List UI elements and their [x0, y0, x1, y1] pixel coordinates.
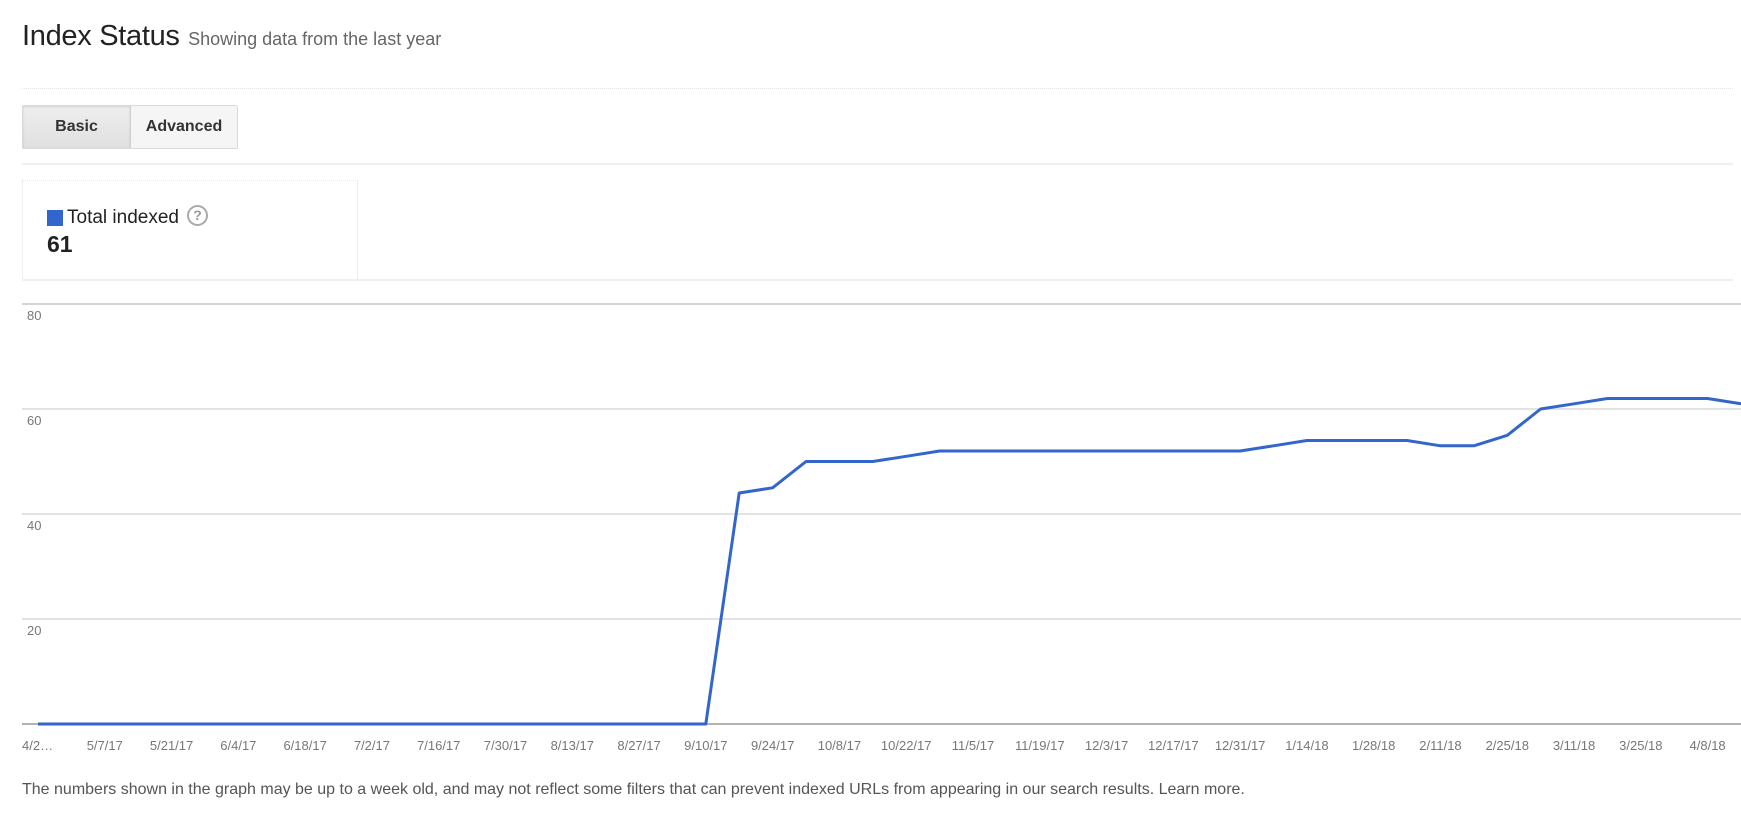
y-tick-label: 20	[27, 623, 41, 638]
view-mode-toggle: Basic Advanced	[22, 105, 238, 149]
x-tick-label: 2/25/18	[1486, 738, 1529, 753]
x-tick-label: 2/11/18	[1419, 738, 1461, 753]
page-title: Index Status	[22, 20, 180, 52]
x-tick-label: 10/22/17	[881, 738, 932, 753]
x-tick-label: 7/16/17	[417, 738, 460, 753]
x-tick-label: 9/10/17	[684, 738, 727, 753]
x-tick-label: 11/5/17	[952, 738, 994, 753]
x-tick-label: 6/4/17	[220, 738, 256, 753]
x-tick-label: 9/24/17	[751, 738, 794, 753]
x-tick-label: 3/25/18	[1619, 738, 1662, 753]
x-tick-label: 8/27/17	[617, 738, 660, 753]
question-circle-icon[interactable]: ?	[186, 204, 208, 226]
y-tick-label: 40	[27, 518, 41, 533]
x-tick-label: 3/11/18	[1553, 738, 1595, 753]
series-line-total-indexed	[38, 397, 1741, 726]
y-tick-label: 60	[27, 413, 41, 428]
tab-advanced[interactable]: Advanced	[131, 106, 237, 148]
page-header: Index Status Showing data from the last …	[22, 20, 441, 53]
y-tick-label: 80	[27, 308, 41, 323]
x-tick-label: 10/8/17	[818, 738, 861, 753]
footnote-text: The numbers shown in the graph may be up…	[22, 781, 1159, 798]
x-tick-label: 5/21/17	[150, 738, 193, 753]
series-color-swatch	[47, 210, 63, 226]
x-tick-label: 8/13/17	[551, 738, 594, 753]
header-divider	[22, 88, 1733, 89]
x-tick-label: 4/8/18	[1690, 738, 1726, 753]
x-tick-label: 11/19/17	[1015, 738, 1065, 753]
x-tick-label: 5/7/17	[87, 738, 123, 753]
x-tick-label: 7/2/17	[354, 738, 390, 753]
card-divider	[22, 279, 1733, 281]
x-tick-label: 12/31/17	[1215, 738, 1266, 753]
x-tick-label: 1/28/18	[1352, 738, 1395, 753]
x-tick-label: 1/14/18	[1285, 738, 1328, 753]
tab-basic[interactable]: Basic	[23, 106, 131, 148]
x-tick-label: 6/18/17	[283, 738, 326, 753]
x-tick-label: 12/17/17	[1148, 738, 1199, 753]
x-tick-label: 4/2…	[22, 738, 53, 753]
footnote: The numbers shown in the graph may be up…	[22, 781, 1245, 799]
x-tick-label: 7/30/17	[484, 738, 527, 753]
tabs-divider	[22, 163, 1733, 165]
page-subtitle: Showing data from the last year	[188, 29, 442, 49]
index-status-chart: 20 40 60 80 4/2… 5/7/17 5/21/17 6/4/17 6/18/17 7…	[22, 303, 1741, 753]
stat-label-row: Total indexed ?	[47, 204, 208, 229]
stat-label: Total indexed	[67, 207, 179, 228]
total-indexed-card: Total indexed ? 61	[22, 180, 358, 279]
learn-more-link[interactable]: Learn more.	[1159, 781, 1245, 798]
x-tick-label: 12/3/17	[1085, 738, 1128, 753]
stat-value: 61	[47, 231, 73, 257]
